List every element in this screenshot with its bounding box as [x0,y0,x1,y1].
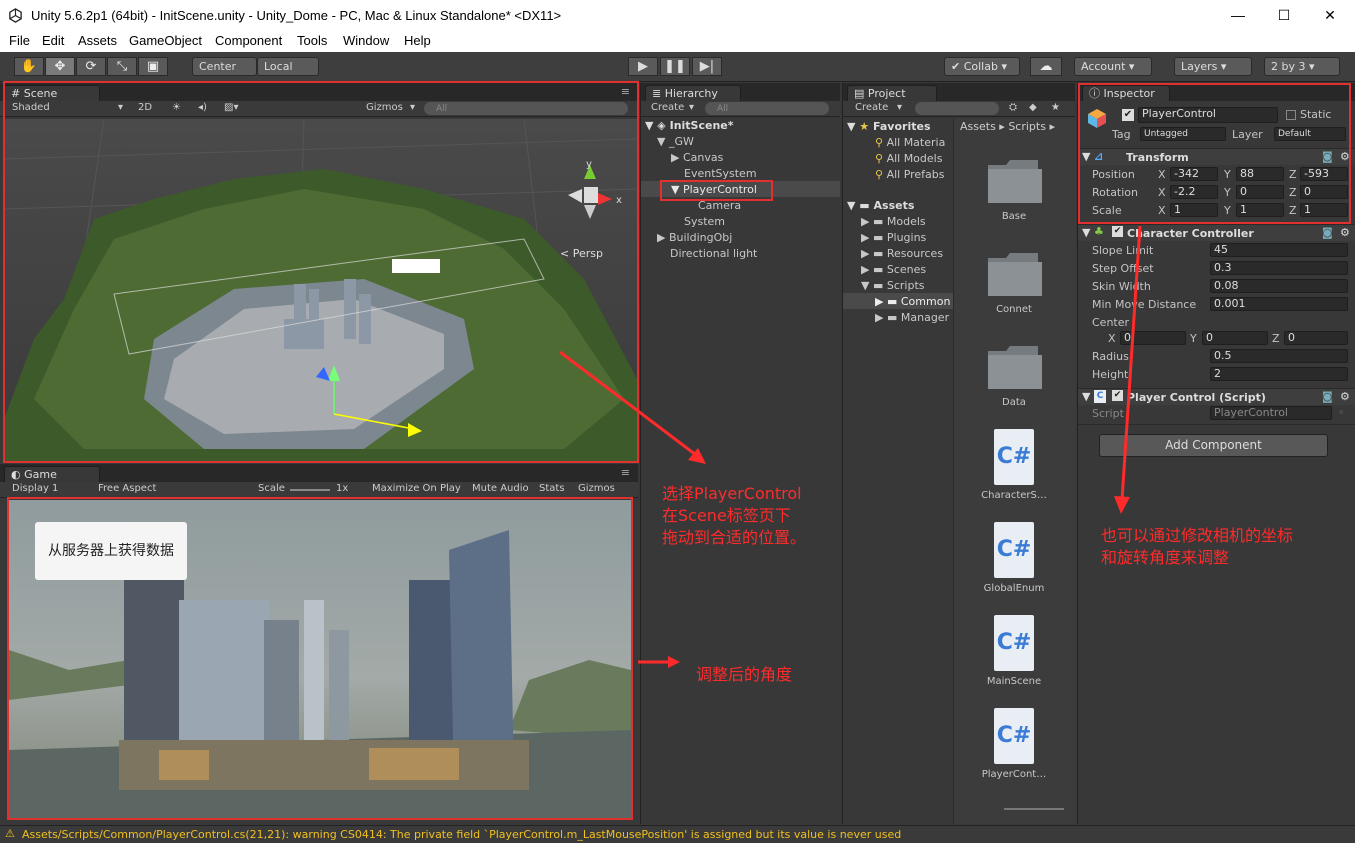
status-bar[interactable]: ⚠ Assets/Scripts/Common/PlayerControl.cs… [0,825,1355,843]
inspector-annotation: 也可以通过修改相机的坐标 和旋转角度来调整 [1101,525,1293,569]
status-message: Assets/Scripts/Common/PlayerControl.cs(2… [22,828,902,841]
scene-note-line2: 在Scene标签页下 [662,506,791,525]
inspector-note-line2: 和旋转角度来调整 [1101,548,1230,567]
annotation-arrows [559,225,1142,668]
warning-icon: ⚠ [5,827,15,840]
scene-note-line1: 选择PlayerControl [662,484,802,503]
scene-annotation: 选择PlayerControl 在Scene标签页下 拖动到合适的位置。 [662,483,806,549]
scene-note-line3: 拖动到合适的位置。 [662,528,807,547]
inspector-note-line1: 也可以通过修改相机的坐标 [1101,526,1294,545]
game-annotation: 调整后的角度 [696,665,793,684]
